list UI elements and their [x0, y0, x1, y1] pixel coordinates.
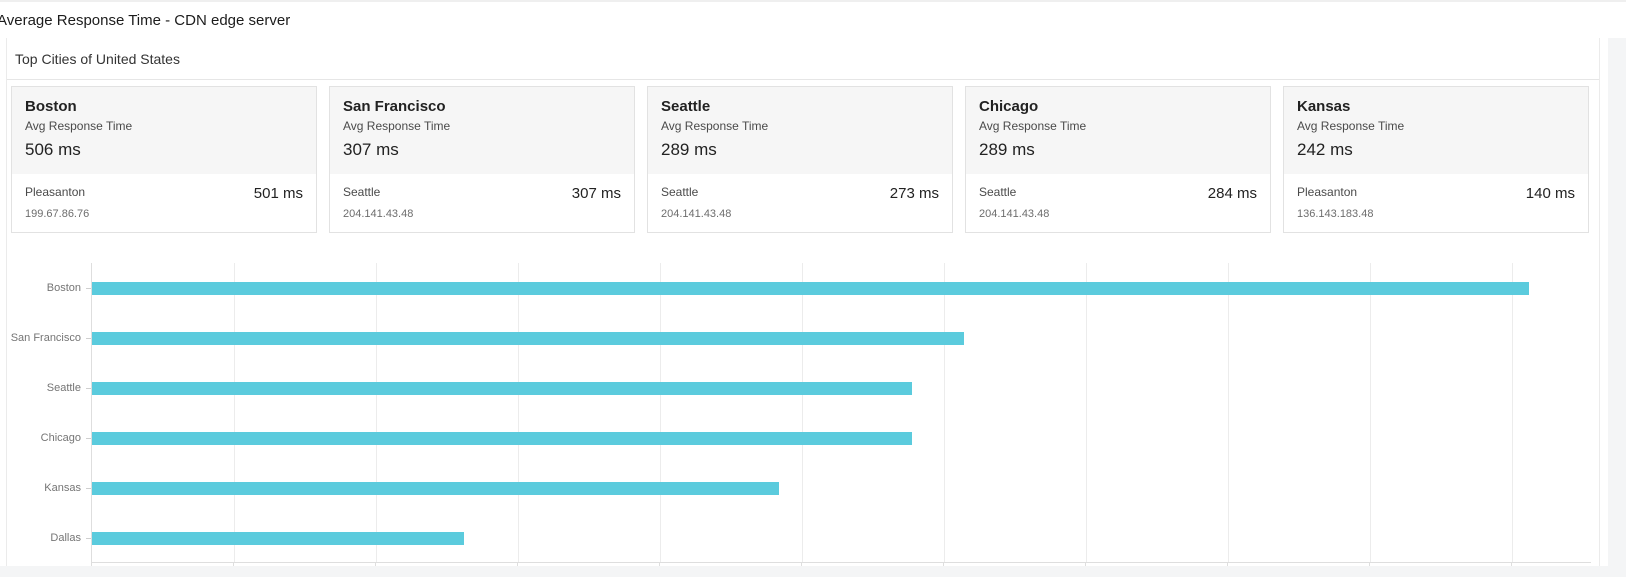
x-tick-mark — [1369, 563, 1370, 566]
card-metric-label: Avg Response Time — [979, 119, 1257, 133]
card-city-name: San Francisco — [343, 98, 621, 115]
category-label: Kansas — [44, 482, 81, 494]
card-summary: Seattle Avg Response Time 289 ms — [648, 87, 952, 174]
category-row: Kansas — [7, 463, 91, 513]
card-city-name: Boston — [25, 98, 303, 115]
x-tick-mark — [375, 563, 376, 566]
card-metric-value: 289 ms — [661, 140, 939, 160]
x-tick-mark — [659, 563, 660, 566]
card-server-row: Pleasanton 136.143.183.48 140 ms — [1284, 174, 1588, 232]
bar-row — [92, 363, 1591, 413]
category-row: Boston — [7, 263, 91, 313]
x-tick-mark — [943, 563, 944, 566]
card-metric-value: 506 ms — [25, 140, 303, 160]
card-summary: San Francisco Avg Response Time 307 ms — [330, 87, 634, 174]
server-location: Pleasanton — [1297, 185, 1373, 199]
metric-card-seattle: Seattle Avg Response Time 289 ms Seattle… — [647, 86, 953, 233]
dashboard-page: Average Response Time - CDN edge server … — [0, 0, 1626, 577]
card-summary: Kansas Avg Response Time 242 ms — [1284, 87, 1588, 174]
chart-category-axis: Boston San Francisco Seattle Chicago Kansas D… — [7, 263, 91, 566]
card-metric-label: Avg Response Time — [661, 119, 939, 133]
card-summary: Boston Avg Response Time 506 ms — [12, 87, 316, 174]
category-row: Chicago — [7, 413, 91, 463]
card-metric-value: 307 ms — [343, 140, 621, 160]
chart-x-axis: 050100150200250300350400450500 — [91, 563, 1591, 566]
page-title: Average Response Time - CDN edge server — [0, 12, 290, 29]
server-ip: 204.141.43.48 — [343, 208, 413, 220]
card-server-row: Seattle 204.141.43.48 307 ms — [330, 174, 634, 232]
server-ip: 204.141.43.48 — [979, 208, 1049, 220]
server-ip: 199.67.86.76 — [25, 208, 89, 220]
card-metric-label: Avg Response Time — [343, 119, 621, 133]
card-metric-label: Avg Response Time — [1297, 119, 1575, 133]
category-label: San Francisco — [11, 332, 81, 344]
server-response-time: 501 ms — [254, 185, 303, 202]
x-tick-mark — [1511, 563, 1512, 566]
bar-chicago[interactable] — [92, 432, 912, 445]
category-row: Seattle — [7, 363, 91, 413]
x-tick-mark — [1085, 563, 1086, 566]
server-response-time: 140 ms — [1526, 185, 1575, 202]
top-cities-widget: Top Cities of United States Boston Avg R… — [6, 38, 1600, 566]
server-ip: 204.141.43.48 — [661, 208, 731, 220]
bar-boston[interactable] — [92, 282, 1529, 295]
bar-row — [92, 513, 1591, 563]
bar-seattle[interactable] — [92, 382, 912, 395]
category-label: Seattle — [47, 382, 81, 394]
server-location: Seattle — [343, 185, 413, 199]
bar-san-francisco[interactable] — [92, 332, 964, 345]
card-server-row: Pleasanton 199.67.86.76 501 ms — [12, 174, 316, 232]
category-row: San Francisco — [7, 313, 91, 363]
x-tick-mark — [801, 563, 802, 566]
category-row: Dallas — [7, 513, 91, 563]
server-ip: 136.143.183.48 — [1297, 208, 1373, 220]
bar-row — [92, 313, 1591, 363]
server-location: Seattle — [661, 185, 731, 199]
card-city-name: Kansas — [1297, 98, 1575, 115]
category-label: Chicago — [41, 432, 81, 444]
card-metric-label: Avg Response Time — [25, 119, 303, 133]
card-city-name: Chicago — [979, 98, 1257, 115]
card-server-row: Seattle 204.141.43.48 273 ms — [648, 174, 952, 232]
metric-card-san-francisco: San Francisco Avg Response Time 307 ms S… — [329, 86, 635, 233]
server-response-time: 273 ms — [890, 185, 939, 202]
bar-row — [92, 463, 1591, 513]
x-tick-mark — [1227, 563, 1228, 566]
server-response-time: 307 ms — [572, 185, 621, 202]
card-summary: Chicago Avg Response Time 289 ms — [966, 87, 1270, 174]
server-location: Seattle — [979, 185, 1049, 199]
server-response-time: 284 ms — [1208, 185, 1257, 202]
bar-dallas[interactable] — [92, 532, 464, 545]
server-location: Pleasanton — [25, 185, 89, 199]
bar-row — [92, 413, 1591, 463]
bar-kansas[interactable] — [92, 482, 779, 495]
category-label: Boston — [47, 282, 81, 294]
x-tick-mark — [91, 563, 92, 566]
chart-plot-area: 050100150200250300350400450500 — [91, 263, 1591, 566]
metric-card-kansas: Kansas Avg Response Time 242 ms Pleasant… — [1283, 86, 1589, 233]
x-tick-mark — [517, 563, 518, 566]
category-label: Dallas — [50, 532, 81, 544]
main-panel: Top Cities of United States Boston Avg R… — [0, 38, 1608, 566]
card-server-row: Seattle 204.141.43.48 284 ms — [966, 174, 1270, 232]
chart-plot — [91, 263, 1591, 563]
response-time-bar-chart: Boston San Francisco Seattle Chicago Kansas D… — [7, 263, 1591, 566]
x-tick-mark — [233, 563, 234, 566]
metric-card-boston: Boston Avg Response Time 506 ms Pleasant… — [11, 86, 317, 233]
widget-header: Average Response Time - CDN edge server — [0, 0, 1626, 38]
city-cards-row: Boston Avg Response Time 506 ms Pleasant… — [11, 86, 1589, 233]
section-title: Top Cities of United States — [7, 38, 1599, 80]
metric-card-chicago: Chicago Avg Response Time 289 ms Seattle… — [965, 86, 1271, 233]
card-city-name: Seattle — [661, 98, 939, 115]
bar-row — [92, 263, 1591, 313]
card-metric-value: 289 ms — [979, 140, 1257, 160]
card-metric-value: 242 ms — [1297, 140, 1575, 160]
